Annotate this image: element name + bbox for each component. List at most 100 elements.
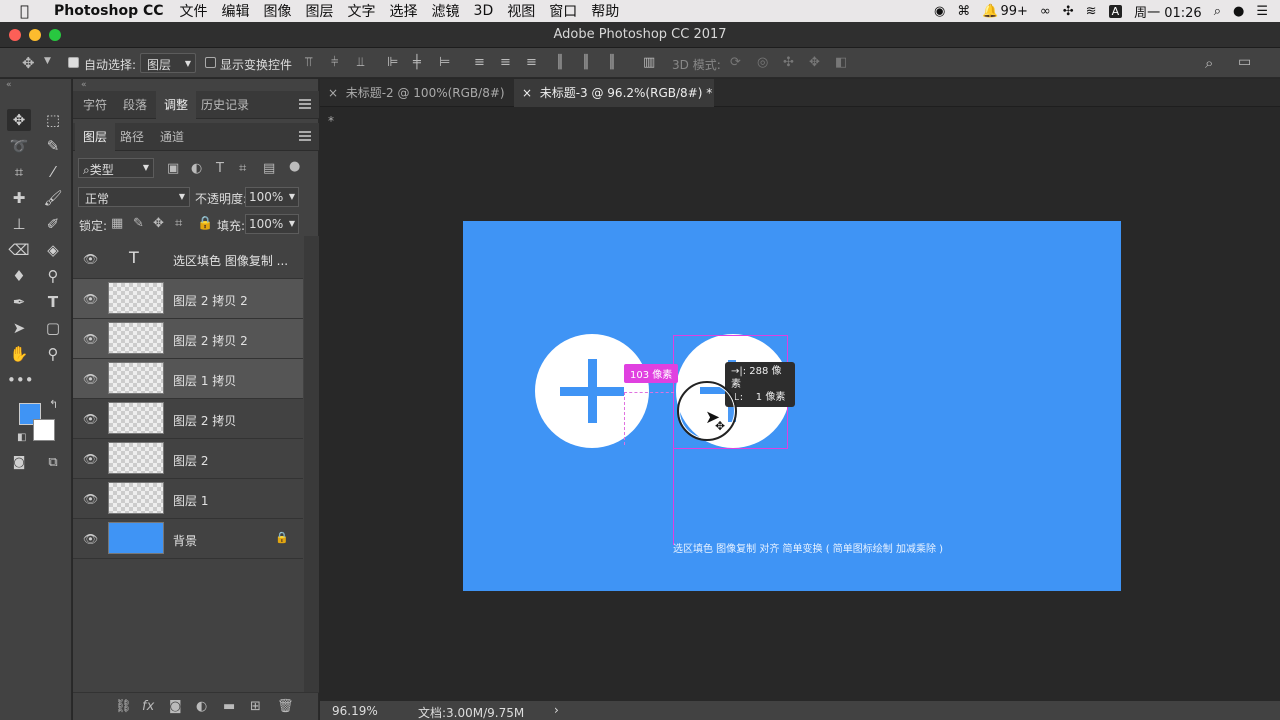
auto-select-dropdown[interactable]: 图层 ▼ (140, 53, 196, 73)
layer-filter-dropdown[interactable]: ⌕类型 ▼ (78, 158, 154, 178)
align-bottom-icon[interactable]: ⫫ (357, 55, 364, 70)
eye-icon[interactable]: 👁 (83, 292, 98, 306)
move-tool-preset-icon[interactable]: ✥ (22, 54, 35, 72)
screen-mode-icon[interactable]: ⧉ (41, 452, 65, 474)
adjustment-layer-icon[interactable]: ◐ (196, 699, 207, 714)
zoom-window-button[interactable] (49, 29, 61, 41)
filter-smart-object-icon[interactable]: ▤ (263, 161, 275, 176)
swap-colors-icon[interactable]: ↰ (49, 398, 58, 411)
eye-icon[interactable]: 👁 (83, 492, 98, 506)
menu-3d[interactable]: 3D (474, 3, 494, 19)
clock[interactable]: 周一 01:26 (1134, 2, 1202, 21)
close-window-button[interactable] (9, 29, 21, 41)
3d-scale-icon[interactable]: ◧ (835, 55, 847, 70)
notification-center-icon[interactable]: ☰ (1256, 4, 1268, 19)
3d-rotate-icon[interactable]: ⟳ (730, 55, 741, 70)
lock-position-icon[interactable]: ✥ (153, 216, 164, 231)
close-tab-icon[interactable]: × (328, 86, 338, 100)
pen-tool-icon[interactable]: ✒ (7, 291, 31, 313)
shape-tool-icon[interactable]: ▢ (41, 317, 65, 339)
lock-transparency-icon[interactable]: ▦ (111, 216, 123, 231)
filter-toggle-icon[interactable]: ● (289, 159, 300, 174)
layer-row[interactable]: 👁 图层 1 (73, 479, 303, 519)
opacity-input[interactable]: 100% ▼ (245, 187, 299, 207)
eye-icon[interactable]: 👁 (83, 332, 98, 346)
tab-channels[interactable]: 通道 (152, 123, 192, 151)
minimize-window-button[interactable] (29, 29, 41, 41)
workspace-icon[interactable]: ▭ (1238, 54, 1251, 70)
tab-layers[interactable]: 图层 (75, 123, 116, 151)
lock-image-icon[interactable]: ✎ (133, 216, 144, 231)
healing-brush-icon[interactable]: ✚ (7, 187, 31, 209)
fill-input[interactable]: 100% ▼ (245, 214, 299, 234)
layer-row[interactable]: 👁 图层 2 拷贝 2 (73, 319, 303, 359)
close-tab-icon[interactable]: × (522, 86, 532, 100)
notification-icon[interactable]: 🔔 (982, 4, 998, 19)
menu-view[interactable]: 视图 (507, 1, 535, 21)
eye-icon[interactable]: 👁 (83, 452, 98, 466)
distribute-hcenter-icon[interactable]: ║ (582, 55, 590, 70)
eye-icon[interactable]: 👁 (83, 412, 98, 426)
doc-tab-2[interactable]: × 未标题-3 @ 96.2%(RGB/8#) * (514, 79, 714, 107)
menu-help[interactable]: 帮助 (591, 1, 619, 21)
menu-filter[interactable]: 滤镜 (432, 1, 460, 21)
align-right-icon[interactable]: ⊨ (439, 55, 450, 70)
show-transform-checkbox[interactable] (205, 56, 220, 70)
menu-layer[interactable]: 图层 (306, 1, 334, 21)
layer-row[interactable]: 👁 背景 🔒 (73, 519, 303, 559)
tab-character[interactable]: 字符 (75, 91, 115, 119)
3d-pan-icon[interactable]: ✣ (783, 55, 794, 70)
distribute-vcenter-icon[interactable]: ≡ (500, 55, 511, 70)
menu-file[interactable]: 文件 (180, 1, 208, 21)
menu-select[interactable]: 选择 (390, 1, 418, 21)
network-icon[interactable]: ✣ (1063, 4, 1074, 19)
tab-paragraph[interactable]: 段落 (115, 91, 155, 119)
blur-tool-icon[interactable]: ♦ (7, 265, 31, 287)
brush-tool-icon[interactable]: 🖌 (41, 187, 65, 209)
align-vcenter-icon[interactable]: ⫩ (331, 55, 338, 70)
distribute-right-icon[interactable]: ║ (608, 55, 616, 70)
path-select-icon[interactable]: ➤ (7, 317, 31, 339)
background-color-swatch[interactable] (33, 419, 55, 441)
layer-row[interactable]: 👁 图层 2 (73, 439, 303, 479)
app-menu[interactable]: Photoshop CC (54, 3, 164, 19)
doc-size-info[interactable]: 文档:3.00M/9.75M (418, 704, 524, 720)
eye-icon[interactable]: 👁 (83, 252, 98, 266)
quick-mask-icon[interactable]: ◙ (7, 452, 31, 474)
align-top-icon[interactable]: ⫪ (305, 55, 312, 70)
search-icon[interactable]: ⌕ (1205, 54, 1213, 72)
eraser-tool-icon[interactable]: ⌫ (7, 239, 31, 261)
marquee-tool-icon[interactable]: ⬚ (41, 109, 65, 131)
add-mask-icon[interactable]: ◙ (169, 699, 182, 714)
distribute-bottom-icon[interactable]: ≡ (526, 55, 537, 70)
lock-artboard-icon[interactable]: ⌗ (175, 216, 182, 231)
siri-icon[interactable]: ● (1233, 4, 1244, 19)
collapse-panels-icon[interactable]: « (81, 80, 87, 90)
distribute-top-icon[interactable]: ≡ (474, 55, 485, 70)
lasso-tool-icon[interactable]: ➰ (7, 135, 31, 157)
chevron-down-icon[interactable]: ▼ (44, 56, 51, 66)
clone-stamp-icon[interactable]: ⊥ (7, 213, 31, 235)
canvas[interactable]: 103 像素 →|: 288 像素 ⊥: 1 像素 ➤ ✥ 选区填色 图像复制 … (463, 221, 1121, 591)
tab-paths[interactable]: 路径 (112, 123, 152, 151)
filter-adjustment-icon[interactable]: ◐ (191, 161, 202, 176)
filter-pixel-icon[interactable]: ▣ (167, 161, 179, 176)
chevron-right-icon[interactable]: › (554, 703, 559, 717)
align-left-icon[interactable]: ⊫ (387, 55, 398, 70)
command-icon[interactable]: ⌘ (957, 4, 970, 19)
auto-select-checkbox[interactable] (68, 56, 83, 70)
quick-select-tool-icon[interactable]: ✎ (41, 135, 65, 157)
filter-type-icon[interactable]: T (216, 161, 224, 176)
distribute-left-icon[interactable]: ║ (556, 55, 564, 70)
hand-tool-icon[interactable]: ✋ (7, 343, 31, 365)
layers-panel-menu-icon[interactable] (299, 131, 311, 141)
blend-mode-dropdown[interactable]: 正常 ▼ (78, 187, 190, 207)
more-tools-icon[interactable]: ••• (7, 369, 34, 391)
tab-history[interactable]: 历史记录 (193, 91, 257, 119)
new-group-icon[interactable]: ▬ (223, 699, 235, 714)
apple-menu-icon[interactable]:  (20, 2, 38, 20)
auto-align-icon[interactable]: ▥ (643, 55, 655, 70)
tab-adjustments[interactable]: 调整 (156, 91, 197, 119)
layer-row[interactable]: 👁 图层 2 拷贝 2 (73, 279, 303, 319)
creative-cloud-icon[interactable]: ∞ (1040, 4, 1051, 19)
